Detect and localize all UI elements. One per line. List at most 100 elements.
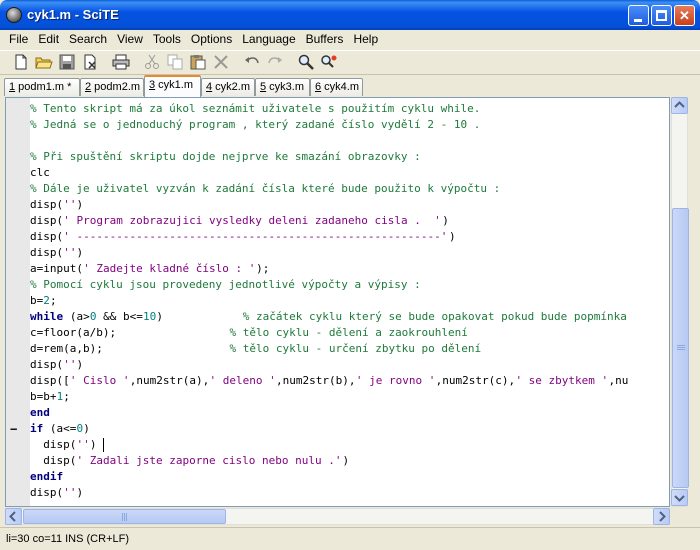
code-token: disp(: [30, 454, 77, 467]
code-token: disp(: [30, 486, 64, 499]
title-bar: cyk1.m - SciTE ✕: [0, 0, 700, 30]
minimize-icon: [634, 19, 642, 22]
maximize-button[interactable]: [651, 5, 672, 26]
menu-edit[interactable]: Edit: [33, 30, 64, 49]
code-line[interactable]: % Tento skript má za úkol seznámit uživa…: [30, 101, 669, 117]
code-token: disp(: [30, 438, 77, 451]
find-icon[interactable]: [297, 54, 317, 72]
menu-help[interactable]: Help: [348, 30, 383, 49]
tab-cyk4[interactable]: 6 cyk4.m: [310, 78, 363, 96]
paste-icon[interactable]: [189, 54, 209, 72]
code-line[interactable]: endif: [30, 469, 669, 485]
tab-cyk3[interactable]: 5 cyk3.m: [255, 78, 310, 96]
code-token: '': [76, 438, 90, 451]
code-token: ,num2str(c),: [435, 374, 516, 387]
code-token: ): [89, 438, 97, 451]
vertical-scrollbar[interactable]: [671, 97, 689, 507]
code-token: );: [256, 262, 270, 275]
scroll-left-button[interactable]: [5, 508, 22, 525]
thumb-grip: [122, 513, 123, 521]
code-token: ): [448, 230, 456, 243]
code-token: % Tento skript má za úkol seznámit uživa…: [30, 102, 481, 115]
menu-view[interactable]: View: [112, 30, 148, 49]
toolbar: [0, 50, 700, 75]
code-line[interactable]: if (a<= 0) −: [10, 421, 669, 437]
tab-podm1[interactable]: 1 podm1.m *: [4, 78, 80, 96]
code-line[interactable]: disp(''): [30, 245, 669, 261]
close-file-icon[interactable]: [81, 54, 101, 72]
tab-cyk2[interactable]: 4 cyk2.m: [201, 78, 255, 96]
scroll-down-button[interactable]: [671, 489, 688, 506]
status-text: li=30 co=11 INS (CR+LF): [6, 533, 129, 545]
delete-icon[interactable]: [212, 54, 232, 72]
new-file-icon[interactable]: [12, 54, 32, 72]
code-line[interactable]: disp(''): [30, 357, 669, 373]
cut-icon[interactable]: [143, 54, 163, 72]
code-token: ,nu: [608, 374, 629, 387]
code-area[interactable]: % Tento skript má za úkol seznámit uživa…: [10, 101, 669, 506]
code-line[interactable]: disp(' Zadali jste zaporne cislo nebo nu…: [30, 453, 669, 469]
code-token: ' Program zobrazujici vysledky deleni za…: [63, 214, 441, 227]
open-file-icon[interactable]: [35, 54, 55, 72]
code-line[interactable]: disp(' ---------------------------------…: [30, 229, 669, 245]
scite-app-icon[interactable]: [6, 7, 22, 23]
horizontal-scroll-thumb[interactable]: [23, 509, 226, 524]
fold-marker-icon[interactable]: −: [10, 421, 24, 437]
code-token: ,num2str(b),: [276, 374, 356, 387]
tab-label: cyk2.m: [212, 81, 251, 93]
code-line[interactable]: disp(' Program zobrazujici vysledky dele…: [30, 213, 669, 229]
maximize-icon: [656, 10, 667, 21]
code-token: disp(: [30, 230, 64, 243]
close-window-button[interactable]: ✕: [674, 5, 695, 26]
code-line[interactable]: end: [30, 405, 669, 421]
horizontal-scrollbar[interactable]: [5, 508, 670, 525]
code-editor[interactable]: % Tento skript má za úkol seznámit uživa…: [5, 97, 670, 507]
code-line[interactable]: disp([' Cislo ' ,num2str(a), ' deleno ' ,nu…: [30, 373, 669, 389]
tab-label: podm1.m *: [15, 81, 72, 93]
code-line[interactable]: disp(''): [30, 437, 669, 453]
minimize-button[interactable]: [628, 5, 649, 26]
code-line[interactable]: while (a> 0 && b<= 10) % začátek cyklu kte…: [30, 309, 669, 325]
code-line[interactable]: disp(''): [30, 197, 669, 213]
print-icon[interactable]: [112, 54, 132, 72]
code-line[interactable]: % Dále je uživatel vyzván k zadání čísla…: [30, 181, 669, 197]
code-token: ;: [49, 294, 57, 307]
menu-options[interactable]: Options: [186, 30, 237, 49]
save-icon[interactable]: [58, 54, 78, 72]
code-line[interactable]: disp(''): [30, 485, 669, 501]
vertical-scroll-thumb[interactable]: [672, 208, 689, 488]
code-token: 2: [43, 294, 50, 307]
code-token: (a>: [63, 310, 90, 323]
scroll-up-button[interactable]: [671, 97, 688, 114]
code-line[interactable]: [30, 133, 669, 149]
code-line[interactable]: a=input(' Zadejte kladné číslo : ');: [30, 261, 669, 277]
code-token: ' Cislo ': [69, 374, 130, 387]
code-line[interactable]: % Při spuštění skriptu dojde nejprve ke …: [30, 149, 669, 165]
code-line[interactable]: % Jedná se o jednoduchý program , který …: [30, 117, 669, 133]
code-line[interactable]: c=floor(a/b); % tělo cyklu - dělení a za…: [30, 325, 669, 341]
menu-tools[interactable]: Tools: [148, 30, 186, 49]
tab-podm2[interactable]: 2 podm2.m: [80, 78, 144, 96]
code-line[interactable]: d=rem(a,b); % tělo cyklu - určení zbytku…: [30, 341, 669, 357]
fold-margin[interactable]: [6, 98, 30, 506]
undo-icon[interactable]: [243, 54, 263, 72]
copy-icon[interactable]: [166, 54, 186, 72]
code-token: c=floor(a/b);: [30, 326, 229, 339]
code-token: ): [156, 310, 243, 323]
menu-buffers[interactable]: Buffers: [301, 30, 349, 49]
menu-file[interactable]: File: [4, 30, 33, 49]
code-line[interactable]: clc: [30, 165, 669, 181]
scroll-right-button[interactable]: [653, 508, 670, 525]
replace-icon[interactable]: [320, 54, 340, 72]
redo-icon[interactable]: [266, 54, 286, 72]
code-line[interactable]: % Pomocí cyklu jsou provedeny jednotlivé…: [30, 277, 669, 293]
menu-language[interactable]: Language: [237, 30, 300, 49]
code-token: ): [442, 214, 449, 227]
code-line[interactable]: b= 2;: [30, 293, 669, 309]
text-cursor: [103, 438, 105, 452]
menu-search[interactable]: Search: [64, 30, 112, 49]
tab-cyk1[interactable]: 3 cyk1.m: [144, 75, 201, 97]
code-line[interactable]: b=b+ 1;: [30, 389, 669, 405]
code-token: ' Zadali jste zaporne cislo nebo nulu .': [76, 454, 342, 467]
code-token: b=b+: [30, 390, 57, 403]
